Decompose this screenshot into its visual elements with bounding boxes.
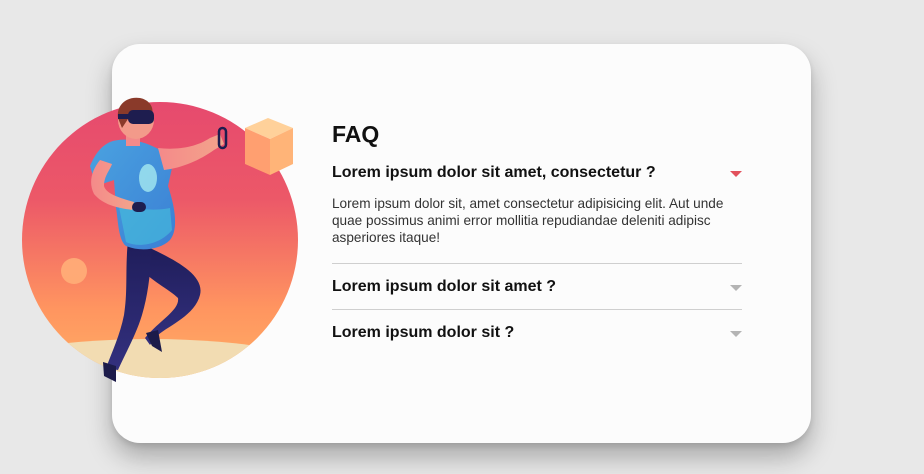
caret-down-icon[interactable] xyxy=(730,330,742,337)
faq-question-toggle[interactable]: Lorem ipsum dolor sit ? xyxy=(332,310,742,355)
caret-down-icon[interactable] xyxy=(730,171,742,177)
faq-item: Lorem ipsum dolor sit amet ? xyxy=(332,264,742,310)
caret-down-icon[interactable] xyxy=(730,284,742,291)
faq-question: Lorem ipsum dolor sit amet ? xyxy=(332,277,557,295)
small-sun xyxy=(61,258,87,284)
vr-player-illustration xyxy=(22,97,298,382)
faq-title: FAQ xyxy=(332,121,380,147)
faq-answer: Lorem ipsum dolor sit, amet consectetur … xyxy=(332,196,724,245)
cube-icon xyxy=(245,118,293,175)
left-controller xyxy=(132,202,146,212)
page: FAQ Lorem ipsum dolor sit amet, consecte… xyxy=(0,0,924,474)
faq-item: Lorem ipsum dolor sit amet, consectetur … xyxy=(332,162,742,264)
vr-headset-icon xyxy=(128,110,154,124)
faq-section: FAQ Lorem ipsum dolor sit amet, consecte… xyxy=(332,118,742,355)
faq-item: Lorem ipsum dolor sit ? xyxy=(332,310,742,355)
faq-question-toggle[interactable]: Lorem ipsum dolor sit amet ? xyxy=(332,264,742,309)
faq-question: Lorem ipsum dolor sit amet, consectetur … xyxy=(332,164,656,181)
faq-question: Lorem ipsum dolor sit ? xyxy=(332,323,515,341)
faq-question-toggle[interactable]: Lorem ipsum dolor sit amet, consectetur … xyxy=(332,162,742,184)
